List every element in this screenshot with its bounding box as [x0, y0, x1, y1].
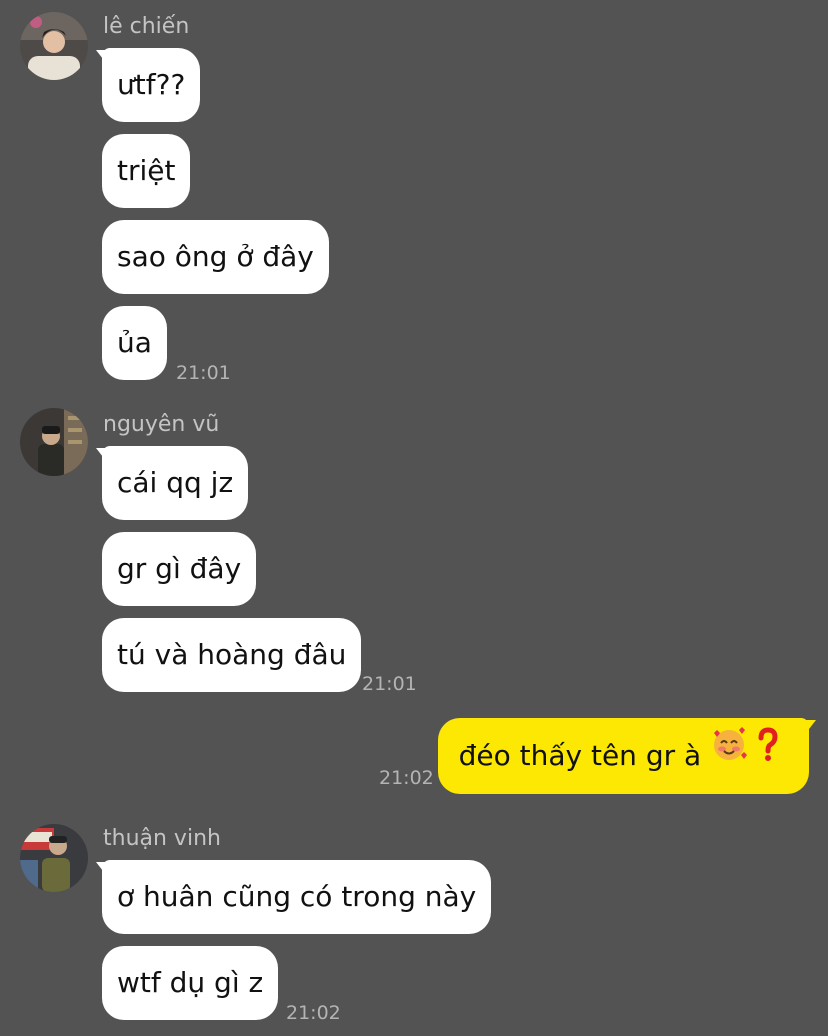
message-bubble[interactable]: wtf dụ gì z: [102, 946, 279, 1020]
message-time: 21:01: [362, 673, 417, 695]
message-time: 21:02: [379, 767, 434, 789]
message-time: 21:02: [286, 1002, 341, 1024]
message-bubble[interactable]: ủa: [102, 306, 167, 380]
smiling-face-with-hearts-icon: [710, 716, 748, 792]
message-time: 21:01: [176, 362, 231, 384]
sender-name: thuận vinh: [103, 826, 221, 851]
message-bubble[interactable]: sao ông ở đây: [102, 220, 329, 294]
message-bubble[interactable]: ơ huân cũng có trong này: [102, 860, 492, 934]
message-bubble[interactable]: cái qq jz: [102, 446, 249, 520]
message-bubble[interactable]: triệt: [102, 134, 191, 208]
message-bubble[interactable]: gr gì đây: [102, 532, 257, 606]
sender-name: nguyên vũ: [103, 412, 220, 437]
avatar-le-chien[interactable]: [20, 12, 88, 80]
message-bubble[interactable]: ưtf??: [102, 48, 201, 122]
avatar-nguyen-vu[interactable]: [20, 408, 88, 476]
message-text: đéo thấy tên gr à: [458, 739, 702, 772]
sender-name: lê chiến: [103, 14, 190, 39]
message-bubble[interactable]: tú và hoàng đâu: [102, 618, 362, 692]
outgoing-message-bubble[interactable]: đéo thấy tên gr à: [437, 716, 809, 794]
avatar-thuan-vinh[interactable]: [20, 824, 88, 892]
red-question-mark-icon: [757, 716, 779, 792]
